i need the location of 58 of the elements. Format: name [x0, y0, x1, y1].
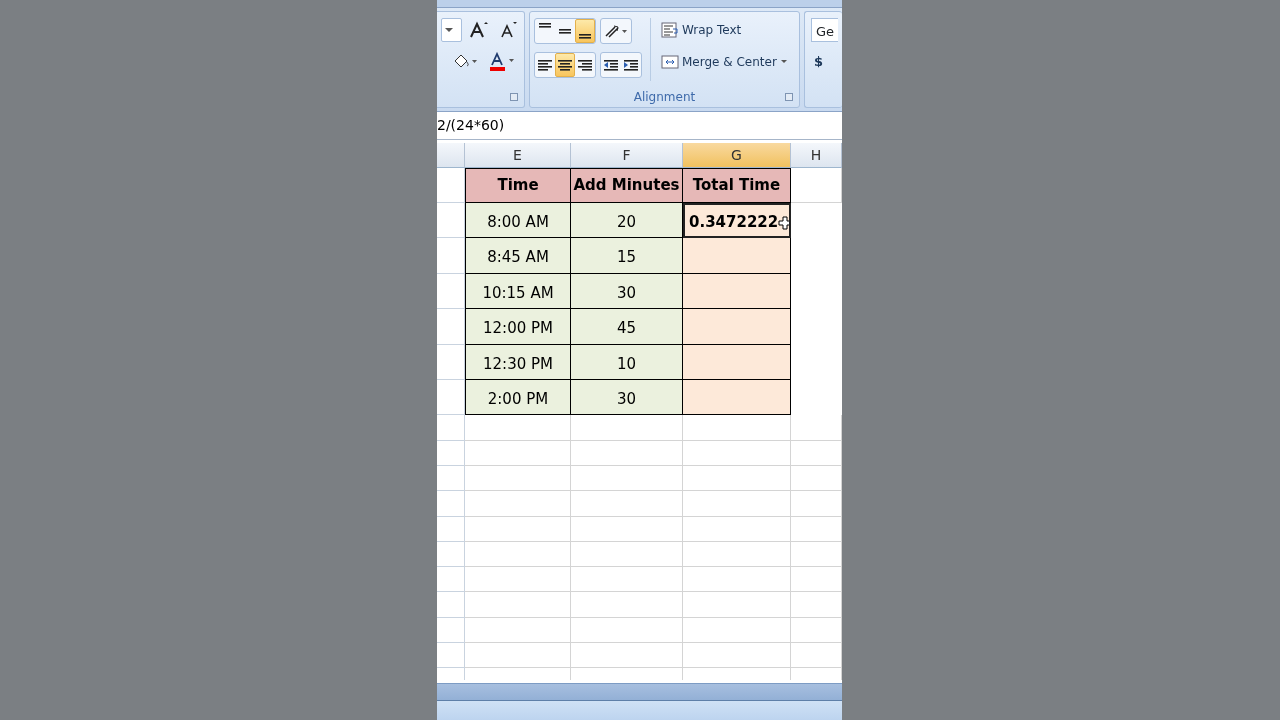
table-cell[interactable]: 20 — [571, 203, 683, 239]
row-header[interactable] — [437, 440, 465, 466]
align-center-button[interactable] — [555, 53, 575, 77]
table-cell[interactable]: 0.3472222 — [683, 203, 791, 239]
font-color-icon — [489, 52, 517, 72]
table-cell[interactable]: 45 — [571, 309, 683, 345]
shrink-font-icon — [499, 21, 517, 39]
dropdown-arrow-button[interactable] — [441, 18, 462, 42]
dropdown-arrow-icon — [779, 59, 788, 65]
row-header[interactable] — [437, 541, 465, 568]
select-all-corner[interactable] — [437, 143, 465, 168]
table-cell[interactable]: 10 — [571, 344, 683, 380]
dialog-launcher-icon[interactable] — [510, 93, 518, 101]
dialog-launcher-icon[interactable] — [784, 93, 793, 101]
wrap-text-icon — [661, 22, 679, 38]
table-cell[interactable]: 12:30 PM — [465, 344, 571, 380]
table-cell[interactable]: 10:15 AM — [465, 273, 571, 310]
align-top-icon — [539, 23, 551, 28]
column-header[interactable]: F — [571, 143, 683, 168]
increase-indent-icon — [623, 58, 639, 72]
align-bottom-button[interactable] — [575, 19, 595, 43]
row-header[interactable] — [437, 516, 465, 542]
header-cell: Time — [465, 168, 571, 203]
row-header[interactable] — [437, 491, 465, 517]
align-right-icon — [577, 58, 593, 72]
column-header[interactable]: H — [791, 143, 842, 168]
table-cell[interactable]: 15 — [571, 238, 683, 274]
table-cell[interactable]: 2:00 PM — [465, 379, 571, 416]
align-center-icon — [557, 58, 573, 72]
formula-text[interactable]: 2/(24*60) — [437, 115, 505, 136]
table-cell[interactable]: 30 — [571, 379, 683, 416]
group-label: Alignment — [633, 89, 696, 106]
table-cell[interactable]: 8:45 AM — [465, 238, 571, 274]
table-cell[interactable]: 30 — [571, 273, 683, 310]
merge-cells-icon — [661, 54, 679, 70]
table-cell[interactable]: 8:00 AM — [465, 203, 571, 239]
row-header[interactable] — [437, 465, 465, 492]
merge-center-button[interactable]: Merge & Center — [659, 50, 790, 74]
decrease-indent-icon — [603, 58, 619, 72]
align-middle-icon — [559, 28, 571, 34]
row-header[interactable] — [437, 643, 465, 669]
align-left-icon — [537, 58, 553, 72]
header-cell: Total Time — [683, 168, 791, 203]
row-header[interactable] — [437, 617, 465, 643]
column-header[interactable]: G — [683, 143, 791, 168]
cursor-icon — [778, 215, 789, 230]
number-format-field[interactable]: Ge — [810, 18, 838, 42]
wrap-text-button[interactable]: Wrap Text — [659, 18, 790, 42]
header-cell: Add Minutes — [571, 168, 683, 203]
orientation-icon — [603, 23, 629, 39]
row-header[interactable] — [437, 415, 465, 441]
row-header[interactable] — [437, 567, 465, 593]
row-header[interactable] — [437, 592, 465, 618]
align-bottom-icon — [579, 34, 591, 39]
currency-button[interactable]: $ — [810, 50, 838, 74]
grow-font-icon — [469, 21, 489, 39]
column-header[interactable]: E — [465, 143, 571, 168]
table-cell[interactable]: 12:00 PM — [465, 309, 571, 345]
